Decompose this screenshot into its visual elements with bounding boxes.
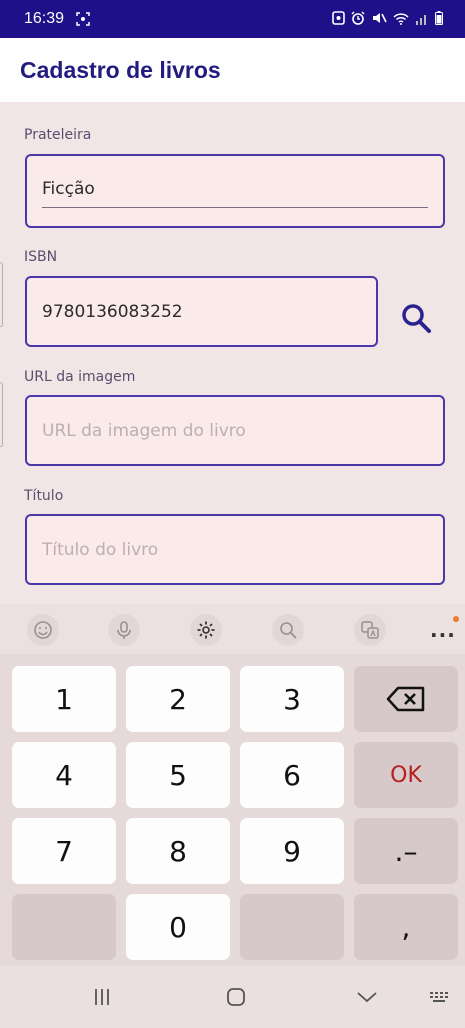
key-3[interactable]: 3 <box>240 666 344 732</box>
status-bar: 16:39 <box>0 0 465 38</box>
app-bar: Cadastro de livros <box>0 38 465 102</box>
shelf-dropdown[interactable]: Ficção <box>25 154 445 228</box>
battery-icon <box>435 11 443 25</box>
key-8[interactable]: 8 <box>126 818 230 884</box>
ok-label: OK <box>390 762 422 788</box>
dropdown-underline <box>42 207 428 208</box>
page-title: Cadastro de livros <box>20 57 221 83</box>
isbn-search-button[interactable] <box>398 300 434 336</box>
key-7[interactable]: 7 <box>12 818 116 884</box>
blank-key[interactable] <box>240 894 344 960</box>
translate-button[interactable] <box>354 614 386 646</box>
alarm-icon <box>351 11 365 25</box>
key-4[interactable]: 4 <box>12 742 116 808</box>
isbn-input[interactable]: 9780136083252 <box>25 276 378 347</box>
mute-icon <box>373 13 387 23</box>
sim-icon <box>332 11 345 25</box>
more-icon[interactable]: ... <box>430 618 456 642</box>
image-url-input[interactable]: URL da imagem do livro <box>25 395 445 466</box>
voice-input-button[interactable] <box>108 614 140 646</box>
screen-capture-icon <box>76 12 90 26</box>
signal-icon <box>416 14 426 25</box>
image-url-placeholder: URL da imagem do livro <box>42 421 246 441</box>
search-icon <box>280 622 297 639</box>
recent-apps-icon[interactable] <box>92 988 112 1006</box>
status-icons <box>332 11 443 25</box>
wifi-icon <box>393 12 409 25</box>
edge-handle <box>0 262 3 327</box>
key-5[interactable]: 5 <box>126 742 230 808</box>
isbn-label: ISBN <box>24 249 58 265</box>
key-1[interactable]: 1 <box>12 666 116 732</box>
emoji-button[interactable] <box>27 614 59 646</box>
navigation-bar <box>0 966 465 1028</box>
title-label: Título <box>24 488 64 504</box>
ok-key[interactable]: OK <box>354 742 458 808</box>
book-form: Prateleira Ficção ISBN 9780136083252 URL… <box>0 102 465 604</box>
status-time: 16:39 <box>24 10 65 27</box>
backspace-key[interactable] <box>354 666 458 732</box>
dot-dash-key[interactable]: .– <box>354 818 458 884</box>
title-placeholder: Título do livro <box>42 540 159 560</box>
blank-key[interactable] <box>12 894 116 960</box>
shelf-value: Ficção <box>42 179 95 199</box>
translate-icon <box>361 621 379 639</box>
key-6[interactable]: 6 <box>240 742 344 808</box>
keyboard-search-button[interactable] <box>272 614 304 646</box>
isbn-value: 9780136083252 <box>42 302 183 322</box>
shelf-label: Prateleira <box>24 127 92 143</box>
microphone-icon <box>117 621 131 639</box>
key-0[interactable]: 0 <box>126 894 230 960</box>
comma-key[interactable]: , <box>354 894 458 960</box>
key-2[interactable]: 2 <box>126 666 230 732</box>
edge-handle <box>0 382 3 447</box>
keyboard-toolbar: ... <box>0 604 465 654</box>
title-input[interactable]: Título do livro <box>25 514 445 585</box>
key-9[interactable]: 9 <box>240 818 344 884</box>
keyboard-switch-icon[interactable] <box>428 988 452 1006</box>
settings-icon <box>197 621 215 639</box>
notification-dot <box>453 616 459 622</box>
numeric-keyboard: 1 2 3 4 5 6 OK 7 8 9 .– 0 , <box>0 654 465 966</box>
back-icon[interactable] <box>356 988 378 1006</box>
keyboard-settings-button[interactable] <box>190 614 222 646</box>
backspace-icon <box>386 686 425 712</box>
search-icon <box>402 304 431 333</box>
emoji-icon <box>34 621 52 639</box>
home-icon[interactable] <box>226 988 246 1006</box>
image-url-label: URL da imagem <box>24 369 136 385</box>
